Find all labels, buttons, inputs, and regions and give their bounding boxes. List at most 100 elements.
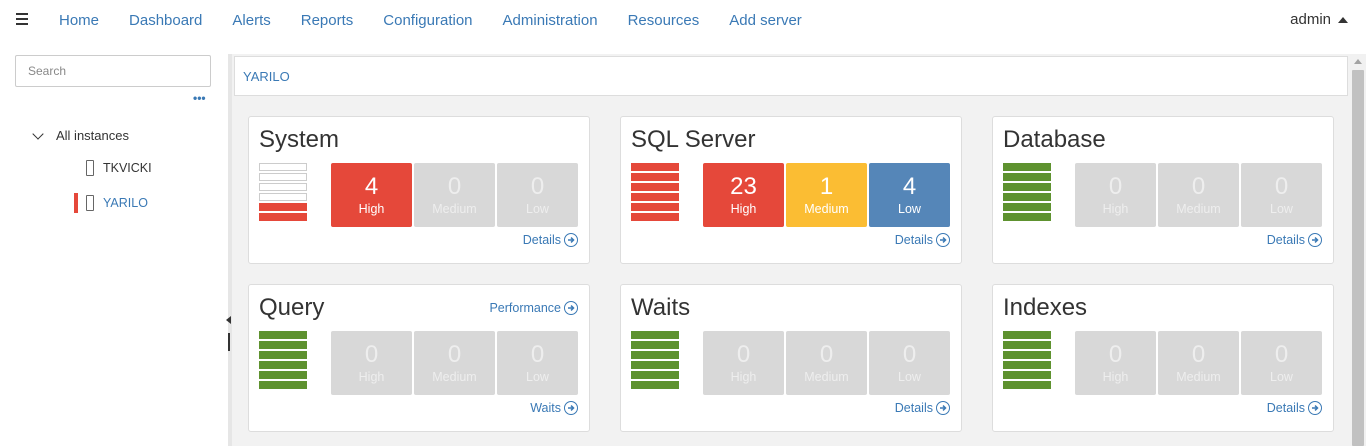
card-title: Database	[1003, 126, 1106, 153]
nav-alerts[interactable]: Alerts	[232, 12, 270, 29]
status-bars	[1003, 331, 1051, 391]
severity-medium[interactable]: 0 Medium	[414, 163, 495, 227]
tree-root-all-instances[interactable]: All instances	[32, 127, 129, 143]
severity-low[interactable]: 0 Low	[497, 163, 578, 227]
severity-low[interactable]: 0 Low	[869, 331, 950, 395]
severity-count: 23	[730, 173, 757, 200]
nav-resources[interactable]: Resources	[628, 12, 700, 29]
search-input[interactable]	[15, 55, 211, 87]
severity-count: 0	[1274, 341, 1289, 368]
arrow-right-circle-icon	[1308, 233, 1322, 247]
severity-medium[interactable]: 0 Medium	[1158, 331, 1239, 395]
collapse-arrow-icon[interactable]	[226, 316, 231, 324]
severity-high[interactable]: 0 High	[703, 331, 784, 395]
severity-medium[interactable]: 1 Medium	[786, 163, 867, 227]
link-label: Details	[894, 233, 933, 247]
nav-configuration[interactable]: Configuration	[383, 12, 472, 29]
card-title: System	[259, 126, 340, 153]
arrow-right-circle-icon	[564, 401, 578, 415]
details-link[interactable]: Waits	[530, 401, 578, 415]
status-bar	[631, 361, 679, 369]
tree-item-yarilo[interactable]: YARILO	[74, 193, 148, 213]
status-bar	[1003, 183, 1051, 191]
severity-high[interactable]: 0 High	[331, 331, 412, 395]
severity-label: High	[730, 370, 757, 384]
user-name: admin	[1290, 11, 1331, 28]
status-bars	[259, 331, 307, 391]
severity-low[interactable]: 0 Low	[497, 331, 578, 395]
status-bar	[1003, 361, 1051, 369]
server-icon	[86, 160, 94, 176]
severity-high[interactable]: 0 High	[1075, 331, 1156, 395]
tree-item-tkvicki[interactable]: TKVICKI	[74, 158, 152, 178]
severity-low[interactable]: 0 Low	[1241, 163, 1322, 227]
details-link[interactable]: Details	[1267, 233, 1322, 247]
status-bars	[1003, 163, 1051, 223]
severity-count: 0	[1191, 173, 1206, 200]
severity-count: 4	[902, 173, 917, 200]
severity-high[interactable]: 4 High	[331, 163, 412, 227]
user-menu[interactable]: admin	[1290, 11, 1348, 28]
instance-label: TKVICKI	[103, 161, 152, 175]
arrow-right-circle-icon	[564, 301, 578, 315]
severity-count: 0	[364, 341, 379, 368]
nav-dashboard[interactable]: Dashboard	[129, 12, 202, 29]
nav-reports[interactable]: Reports	[301, 12, 354, 29]
performance-link[interactable]: Performance	[489, 301, 578, 315]
status-bar	[631, 371, 679, 379]
breadcrumb-instance[interactable]: YARILO	[243, 69, 290, 84]
link-label: Waits	[530, 401, 561, 415]
splitter-handle[interactable]	[228, 333, 230, 351]
details-link[interactable]: Details	[1267, 401, 1322, 415]
server-icon	[86, 195, 94, 211]
card-sql-server: SQL Server 23 High 1 Medium 4 Low Detail…	[620, 116, 962, 264]
severity-label: Medium	[1176, 202, 1221, 216]
severity-label: Medium	[804, 202, 849, 216]
severity-row: 0 High 0 Medium 0 Low	[331, 331, 580, 395]
nav-home[interactable]: Home	[59, 12, 99, 29]
status-bar	[259, 331, 307, 339]
status-bar	[259, 163, 307, 171]
details-link[interactable]: Details	[523, 233, 578, 247]
severity-low[interactable]: 0 Low	[1241, 331, 1322, 395]
scrollbar-thumb[interactable]	[1352, 70, 1364, 446]
severity-count: 0	[447, 173, 462, 200]
instance-label: YARILO	[103, 196, 148, 210]
status-bar	[259, 371, 307, 379]
hamburger-menu-icon[interactable]	[16, 13, 28, 25]
status-bar	[1003, 173, 1051, 181]
severity-row: 23 High 1 Medium 4 Low	[703, 163, 952, 227]
details-link[interactable]: Details	[895, 401, 950, 415]
vertical-scrollbar[interactable]	[1350, 54, 1366, 446]
status-bar	[1003, 213, 1051, 221]
scroll-up-icon[interactable]	[1354, 59, 1362, 64]
severity-count: 4	[364, 173, 379, 200]
arrow-right-circle-icon	[936, 401, 950, 415]
status-bars	[631, 163, 679, 223]
card-title: Query	[259, 294, 325, 321]
status-bar	[1003, 193, 1051, 201]
severity-medium[interactable]: 0 Medium	[1158, 163, 1239, 227]
nav-add-server[interactable]: Add server	[729, 12, 802, 29]
more-options-icon[interactable]: •••	[193, 92, 206, 104]
severity-high[interactable]: 23 High	[703, 163, 784, 227]
severity-count: 0	[819, 341, 834, 368]
nav-links: Home Dashboard Alerts Reports Configurat…	[59, 0, 832, 40]
details-link[interactable]: Details	[895, 233, 950, 247]
severity-label: Medium	[1176, 370, 1221, 384]
status-bar	[259, 203, 307, 211]
severity-medium[interactable]: 0 Medium	[414, 331, 495, 395]
status-bar	[631, 213, 679, 221]
chevron-down-icon[interactable]	[32, 127, 44, 140]
severity-high[interactable]: 0 High	[1075, 163, 1156, 227]
link-label: Details	[894, 401, 933, 415]
sidebar: ••• All instances TKVICKI YARILO	[0, 40, 228, 446]
severity-label: Medium	[804, 370, 849, 384]
severity-low[interactable]: 4 Low	[869, 163, 950, 227]
tree-root-label: All instances	[56, 128, 129, 143]
severity-label: Low	[1270, 202, 1293, 216]
severity-medium[interactable]: 0 Medium	[786, 331, 867, 395]
severity-label: High	[1102, 370, 1129, 384]
severity-count: 0	[902, 341, 917, 368]
nav-administration[interactable]: Administration	[503, 12, 598, 29]
